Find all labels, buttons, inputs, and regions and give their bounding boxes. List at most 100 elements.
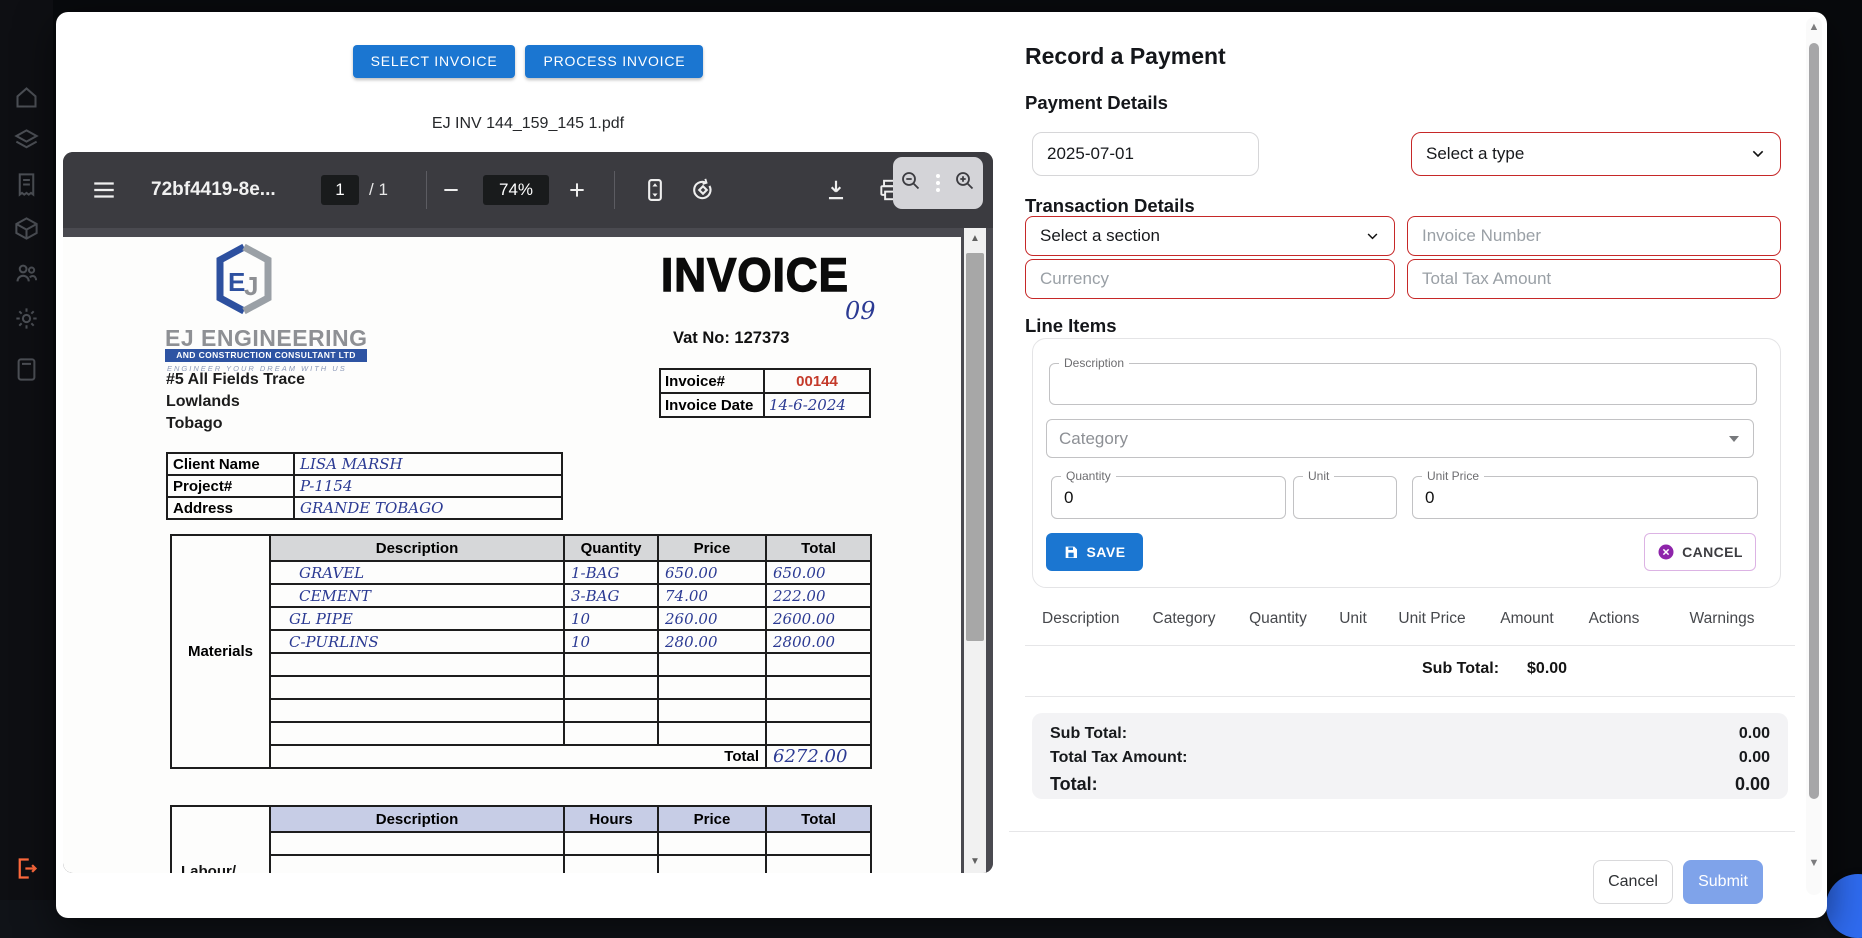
save-button-label: SAVE (1086, 544, 1125, 560)
save-button[interactable]: SAVE (1046, 533, 1143, 571)
zoom-level-value[interactable]: 74% (483, 175, 549, 205)
payment-details-heading: Payment Details (1025, 92, 1168, 114)
more-options-icon[interactable] (936, 174, 940, 192)
totals-summary: Sub Total: 0.00 Total Tax Amount: 0.00 T… (1032, 713, 1788, 799)
materials-section-label: Materials (171, 535, 270, 768)
col-header: Total (766, 806, 871, 832)
currency-input[interactable] (1025, 259, 1395, 299)
floppy-save-icon (1063, 544, 1079, 560)
payment-type-select[interactable]: Select a type (1411, 132, 1781, 176)
rotate-icon[interactable] (689, 176, 717, 204)
col-header: Warnings (1656, 610, 1788, 628)
summary-subtotal-label: Sub Total: (1050, 722, 1127, 746)
record-payment-modal: SELECT INVOICE PROCESS INVOICE EJ INV 14… (56, 12, 1827, 918)
scroll-up-icon[interactable]: ▲ (1806, 21, 1822, 33)
unit-input[interactable] (1294, 477, 1396, 518)
category-placeholder: Category (1047, 420, 1753, 457)
subtotal-label: Sub Total: (1422, 660, 1499, 678)
table-row (171, 699, 871, 722)
cancel-line-item-button[interactable]: CANCEL (1644, 533, 1756, 571)
col-header: Hours (564, 806, 658, 832)
col-header: Unit Price (1382, 610, 1482, 628)
invoice-date-value: 14-6-2024 (764, 393, 870, 417)
magnifier-zoom-in-icon[interactable] (953, 169, 977, 198)
unit-price-field[interactable]: Unit Price (1412, 476, 1758, 519)
payment-date-input[interactable] (1032, 132, 1259, 176)
materials-total-label: Total (270, 745, 766, 768)
col-header: Price (658, 535, 766, 561)
summary-tax-value: 0.00 (1739, 746, 1770, 770)
invoice-filename: EJ INV 144_159_145 1.pdf (63, 115, 993, 133)
modal-scrollbar-thumb[interactable] (1809, 43, 1819, 799)
invoice-no-label: Invoice# (660, 369, 764, 393)
table-row (171, 832, 871, 855)
page-count-label: / 1 (369, 152, 388, 228)
download-icon[interactable] (823, 177, 849, 203)
quantity-field[interactable]: Quantity (1051, 476, 1286, 519)
quantity-input[interactable] (1052, 477, 1285, 518)
unit-price-input[interactable] (1413, 477, 1757, 518)
summary-total-label: Total: (1050, 770, 1098, 798)
cancel-button[interactable]: Cancel (1593, 860, 1673, 904)
client-name-value: LISA MARSH (294, 453, 562, 475)
zoom-out-button[interactable] (441, 180, 461, 200)
vat-number: Vat No: 127373 (673, 329, 789, 348)
invoice-date-label: Invoice Date (660, 393, 764, 417)
page-number-input[interactable]: 1 (321, 175, 359, 205)
section-select[interactable]: Select a section (1025, 216, 1395, 256)
invoice-viewer-pane: SELECT INVOICE PROCESS INVOICE EJ INV 14… (56, 12, 1006, 918)
select-invoice-button[interactable]: SELECT INVOICE (353, 45, 516, 78)
fit-page-icon[interactable] (641, 176, 669, 204)
col-header: Category (1136, 610, 1232, 628)
col-header: Description (270, 806, 564, 832)
line-items-heading: Line Items (1025, 315, 1117, 337)
cancel-button-label: CANCEL (1682, 544, 1743, 560)
scroll-up-icon[interactable]: ▲ (964, 228, 986, 250)
company-address-line: Tobago (166, 415, 223, 433)
process-invoice-button[interactable]: PROCESS INVOICE (525, 45, 703, 78)
chevron-down-icon (1365, 229, 1380, 244)
col-header: Description (1032, 610, 1136, 628)
col-header: Unit (1324, 610, 1382, 628)
chevron-down-icon (1750, 146, 1766, 162)
scroll-down-icon[interactable]: ▼ (964, 851, 986, 873)
line-item-editor-card: Description Category Quantity Unit Unit … (1032, 338, 1781, 588)
table-row: GRAVEL 1-BAG 650.00 650.00 (171, 561, 871, 584)
table-row: CEMENT 3-BAG 74.00 222.00 (171, 584, 871, 607)
submit-button[interactable]: Submit (1683, 860, 1763, 904)
hamburger-menu-icon[interactable] (91, 177, 117, 203)
total-tax-input[interactable] (1407, 259, 1781, 299)
company-subtitle: AND CONSTRUCTION CONSULTANT LTD (165, 349, 367, 362)
zoom-hover-overlay (893, 157, 983, 209)
invoice-title: INVOICE (661, 249, 849, 303)
description-field[interactable]: Description (1049, 363, 1757, 405)
pdf-viewer: 72bf4419-8e... 1 / 1 74% (63, 152, 993, 873)
company-address-line: #5 All Fields Trace (166, 371, 305, 389)
pdf-scrollbar[interactable]: ▲ ▼ (964, 228, 986, 873)
invoice-number-input[interactable] (1407, 216, 1781, 256)
col-header: Quantity (1232, 610, 1324, 628)
zoom-in-button[interactable] (567, 180, 587, 200)
pdf-scrollbar-thumb[interactable] (966, 253, 984, 641)
summary-subtotal-value: 0.00 (1739, 722, 1770, 746)
labour-table: Description Hours Price Total (170, 805, 872, 873)
svg-text:J: J (244, 271, 258, 301)
table-row (171, 676, 871, 699)
page-title: Record a Payment (1025, 43, 1226, 70)
invoice-no-value: 00144 (764, 369, 870, 393)
modal-scrollbar[interactable]: ▲ ▼ (1806, 17, 1822, 895)
invoice-page: E J EJ ENGINEERING AND CONSTRUCTION CONS… (63, 237, 961, 873)
circle-x-icon (1657, 543, 1675, 561)
project-value: P-1154 (294, 475, 562, 497)
scroll-down-icon[interactable]: ▼ (1806, 857, 1822, 869)
description-input[interactable] (1050, 364, 1756, 404)
table-row (171, 722, 871, 745)
company-address-line: Lowlands (166, 393, 240, 411)
client-name-label: Client Name (167, 453, 294, 475)
table-row: GL PIPE 10 260.00 2600.00 (171, 607, 871, 630)
unit-field[interactable]: Unit (1293, 476, 1397, 519)
col-header: Amount (1482, 610, 1572, 628)
magnifier-zoom-out-icon[interactable] (899, 169, 923, 198)
logout-icon[interactable] (13, 855, 40, 882)
category-select[interactable]: Category (1046, 419, 1754, 458)
